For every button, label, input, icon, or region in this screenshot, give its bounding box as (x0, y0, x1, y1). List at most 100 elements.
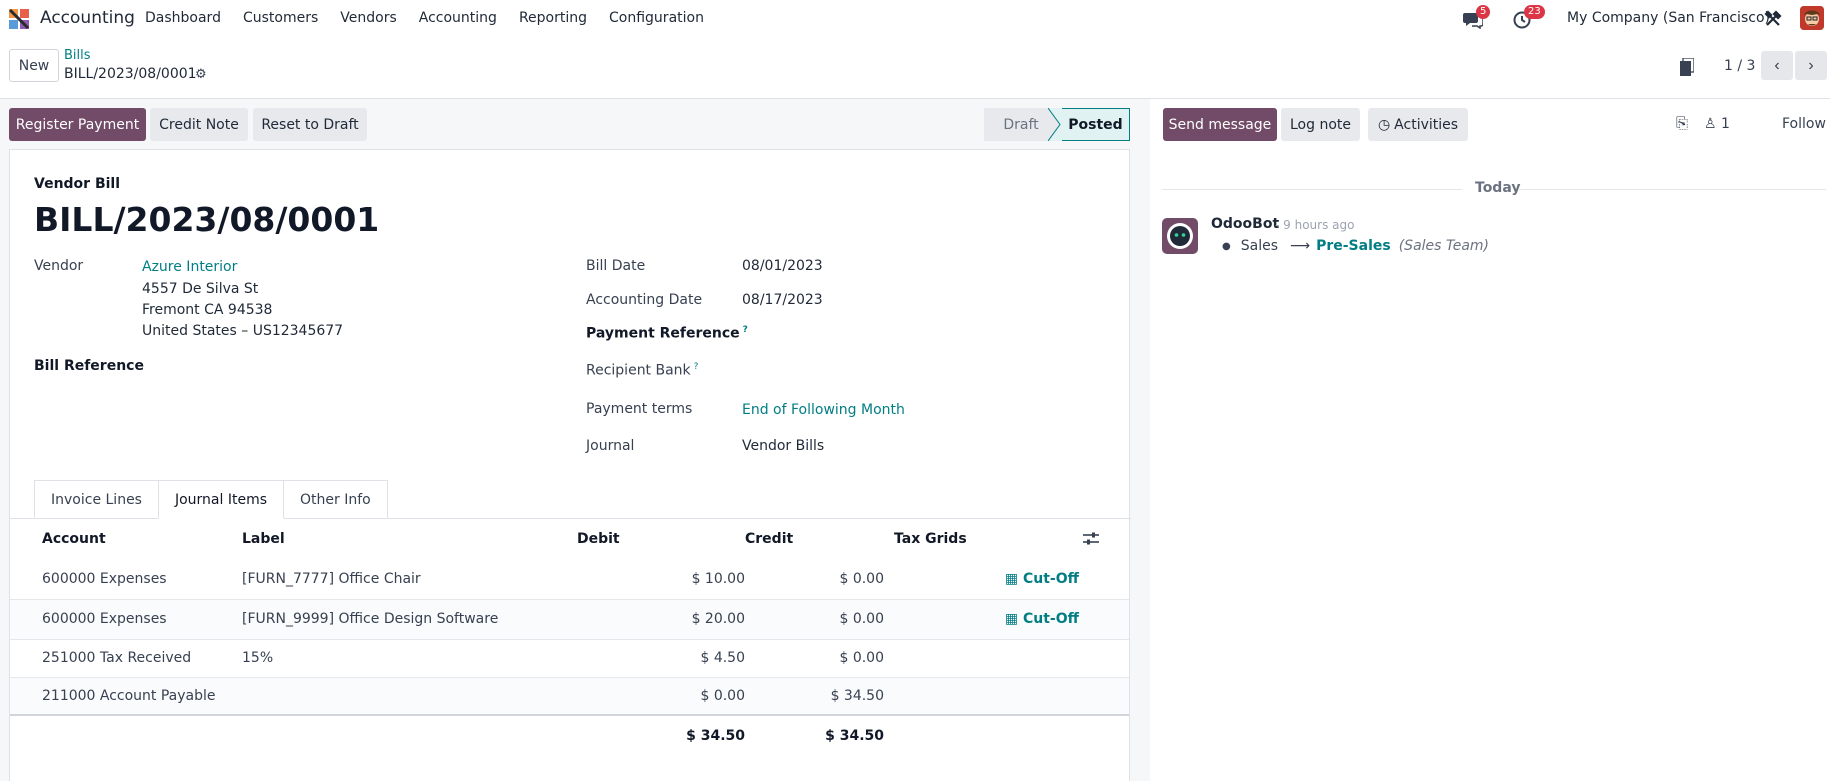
table-row[interactable]: 211000 Account Payable $ 0.00 $ 34.50 (10, 676, 1129, 715)
payment-reference-label: Payment Reference? (586, 325, 748, 342)
cell-account[interactable]: 600000 Expenses (10, 559, 242, 599)
payment-terms-label: Payment terms (586, 401, 693, 417)
breadcrumb-current: BILL/2023/08/0001 (64, 66, 197, 82)
table-row[interactable]: 600000 Expenses [FURN_9999] Office Desig… (10, 598, 1129, 639)
cutoff-button[interactable]: ▦ Cut-Off (884, 598, 1079, 639)
send-message-button[interactable]: Send message (1163, 108, 1277, 141)
message-author[interactable]: OdooBot (1211, 216, 1279, 232)
follow-button[interactable]: Follow (1782, 116, 1826, 132)
activities-button[interactable]: ◷ Activities (1368, 108, 1468, 141)
app-name[interactable]: Accounting (40, 8, 135, 28)
vendor-address-line: United States – US12345677 (142, 323, 344, 339)
cell-account[interactable]: 211000 Account Payable (10, 676, 242, 715)
table-header-row: Account Label Debit Credit Tax Grids (10, 519, 1129, 559)
reset-to-draft-button[interactable]: Reset to Draft (253, 108, 367, 141)
menu-reporting[interactable]: Reporting (519, 10, 587, 26)
user-icon: ♙ (1704, 116, 1717, 132)
menu-vendors[interactable]: Vendors (340, 10, 396, 26)
cell-debit[interactable]: $ 10.00 (577, 559, 745, 599)
odoobot-avatar[interactable] (1162, 218, 1198, 254)
credit-note-button[interactable]: Credit Note (150, 108, 248, 141)
calendar-icon: ▦ (1004, 611, 1023, 627)
table-row[interactable]: 251000 Tax Received 15% $ 4.50 $ 0.00 (10, 638, 1129, 677)
notebook-tabs: Invoice Lines Journal Items Other Info (34, 480, 388, 519)
document-title: BILL/2023/08/0001 (34, 200, 380, 239)
bill-date-value[interactable]: 08/01/2023 (742, 258, 823, 274)
main-menu: Dashboard Customers Vendors Accounting R… (145, 10, 726, 26)
table-row[interactable]: 600000 Expenses [FURN_7777] Office Chair… (10, 559, 1129, 599)
optional-columns-toggle[interactable] (1079, 519, 1129, 559)
cell-debit[interactable]: $ 20.00 (577, 598, 745, 639)
help-icon[interactable]: ? (743, 325, 748, 335)
chevron-left-icon: ‹ (1774, 56, 1780, 74)
cell-credit[interactable]: $ 0.00 (745, 638, 884, 677)
status-draft[interactable]: Draft (984, 108, 1048, 141)
bill-reference-label: Bill Reference (34, 358, 144, 374)
cell-account[interactable]: 600000 Expenses (10, 598, 242, 639)
breadcrumb-bills[interactable]: Bills (64, 48, 91, 63)
tracking-old-value: Sales (1240, 238, 1278, 254)
date-separator-line (1518, 189, 1826, 190)
menu-configuration[interactable]: Configuration (609, 10, 704, 26)
vendor-name[interactable]: Azure Interior (142, 259, 237, 275)
chevron-right-icon: › (1808, 56, 1814, 74)
followers-button[interactable]: ♙ 1 (1704, 116, 1730, 132)
date-separator-line (1162, 189, 1462, 190)
cell-label[interactable]: [FURN_9999] Office Design Software (242, 598, 577, 639)
document-stack-icon[interactable] (1680, 58, 1694, 76)
cell-label[interactable]: [FURN_7777] Office Chair (242, 559, 577, 599)
help-icon[interactable]: ? (694, 362, 699, 372)
status-bar: Draft Posted (984, 108, 1130, 141)
company-switcher[interactable]: My Company (San Francisco) (1567, 10, 1770, 26)
clock-icon: ◷ (1377, 116, 1391, 133)
status-arrow-icon (1048, 108, 1062, 141)
top-navbar: Accounting Dashboard Customers Vendors A… (0, 0, 1830, 38)
pager-previous-button[interactable]: ‹ (1761, 51, 1793, 80)
cutoff-button[interactable]: ▦ Cut-Off (884, 559, 1079, 599)
cell-credit[interactable]: $ 0.00 (745, 559, 884, 599)
menu-dashboard[interactable]: Dashboard (145, 10, 221, 26)
header-credit[interactable]: Credit (745, 519, 884, 559)
pager-next-button[interactable]: › (1795, 51, 1827, 80)
cell-credit[interactable]: $ 34.50 (745, 676, 884, 715)
header-debit[interactable]: Debit (577, 519, 745, 559)
header-tax-grids[interactable]: Tax Grids (884, 519, 1079, 559)
header-label[interactable]: Label (242, 519, 577, 559)
document-type: Vendor Bill (34, 176, 121, 192)
totals-row: $ 34.50 $ 34.50 (10, 714, 1129, 755)
calendar-icon: ▦ (1004, 570, 1023, 587)
paperclip-icon[interactable]: ⎘ (1676, 114, 1688, 132)
activities-badge: 23 (1524, 5, 1545, 19)
payment-terms-value[interactable]: End of Following Month (742, 402, 905, 418)
user-avatar[interactable] (1800, 6, 1824, 30)
register-payment-button[interactable]: Register Payment (9, 108, 146, 141)
app-logo-icon[interactable] (8, 8, 30, 30)
accounting-date-value[interactable]: 08/17/2023 (742, 292, 823, 308)
debug-tools-icon[interactable] (1764, 10, 1782, 28)
tracking-field: (Sales Team) (1398, 238, 1490, 254)
cell-label[interactable] (242, 676, 577, 715)
cell-credit[interactable]: $ 0.00 (745, 598, 884, 639)
vendor-address-line: Fremont CA 94538 (142, 302, 273, 318)
recipient-bank-label: Recipient Bank? (586, 362, 699, 379)
journal-value[interactable]: Vendor Bills (742, 438, 824, 454)
cell-account[interactable]: 251000 Tax Received (10, 638, 242, 677)
cell-debit[interactable]: $ 0.00 (577, 676, 745, 715)
tab-other-info[interactable]: Other Info (283, 480, 388, 519)
new-button[interactable]: New (9, 49, 59, 82)
cell-label[interactable]: 15% (242, 638, 577, 677)
arrow-right-icon: ⟶ (1290, 238, 1311, 254)
menu-accounting[interactable]: Accounting (419, 10, 497, 26)
header-account[interactable]: Account (10, 519, 242, 559)
sliders-icon (1083, 532, 1099, 545)
tab-invoice-lines[interactable]: Invoice Lines (34, 480, 159, 519)
status-posted[interactable]: Posted (1062, 108, 1130, 141)
log-note-button[interactable]: Log note (1281, 108, 1360, 141)
pager-value[interactable]: 1 / 3 (1724, 58, 1755, 74)
gear-icon[interactable]: ⚙ (195, 67, 207, 82)
cell-debit[interactable]: $ 4.50 (577, 638, 745, 677)
menu-customers[interactable]: Customers (243, 10, 318, 26)
date-separator: Today (1475, 180, 1521, 196)
bill-date-label: Bill Date (586, 258, 646, 274)
tab-journal-items[interactable]: Journal Items (157, 480, 285, 519)
